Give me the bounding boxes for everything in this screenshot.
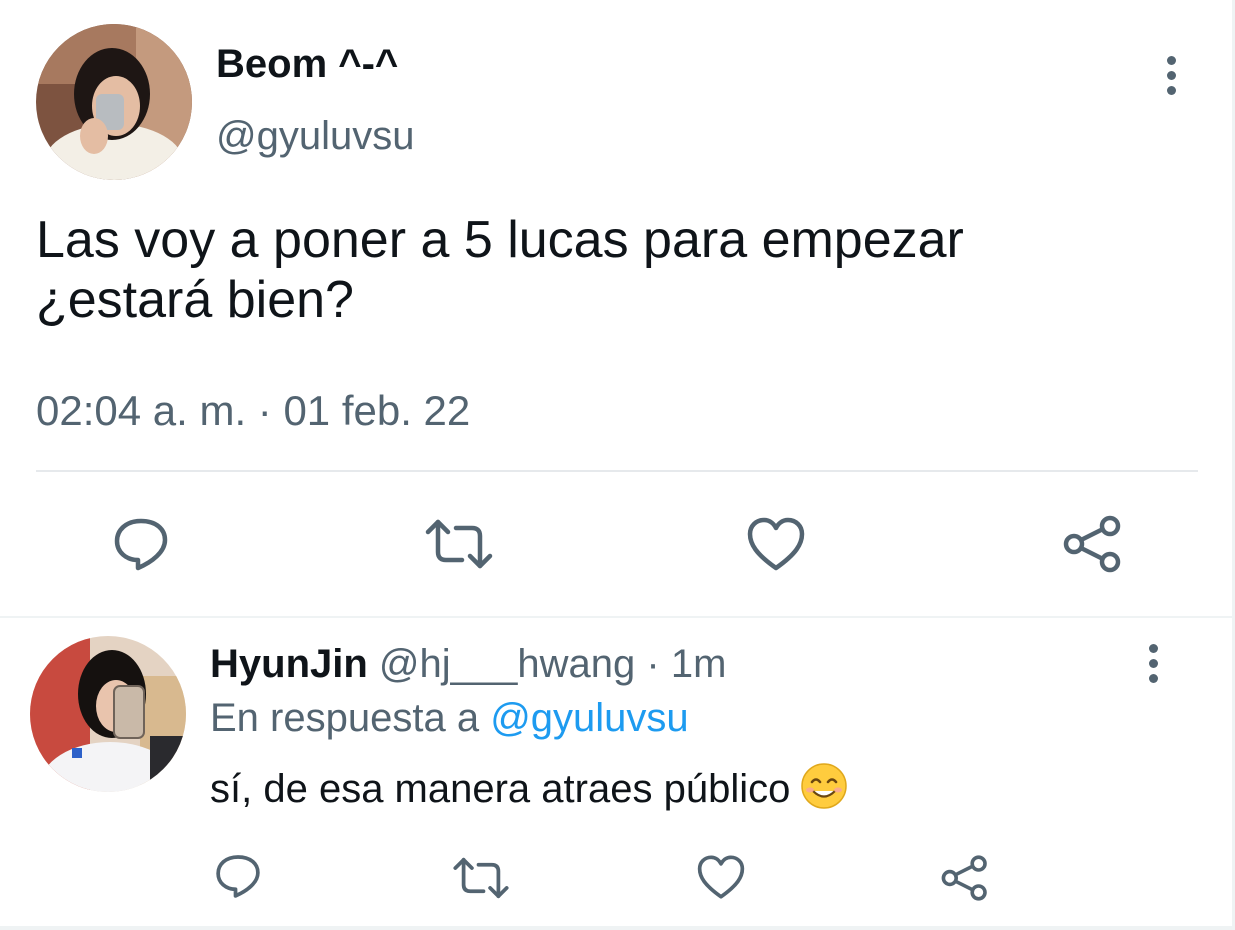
reply-icon <box>216 855 260 898</box>
main-tweet-text-line1: Las voy a poner a 5 lucas para empezar <box>36 211 964 269</box>
reply-button[interactable] <box>214 852 262 900</box>
share-icon <box>941 855 987 901</box>
reply-to-link[interactable]: @gyuluvsu <box>490 696 688 740</box>
reply-tweet-text: sí, de esa manera atraes público <box>210 762 848 815</box>
like-icon <box>697 855 745 899</box>
main-tweet-display-name[interactable]: Beom ^-^ <box>216 40 398 88</box>
smiling-face-emoji-icon <box>800 762 848 810</box>
reply-tweet-avatar[interactable] <box>30 636 186 792</box>
reply-tweet-handle-time[interactable]: @hj___hwang · 1m <box>379 642 726 686</box>
like-button[interactable] <box>746 516 806 572</box>
bottom-border <box>0 926 1235 930</box>
like-button[interactable] <box>696 854 746 900</box>
share-button[interactable] <box>1062 514 1124 574</box>
share-button[interactable] <box>940 854 990 902</box>
reply-context: En respuesta a @gyuluvsu <box>210 694 689 742</box>
tweet-divider <box>36 470 1198 472</box>
reply-tweet-display-name[interactable]: HyunJin <box>210 642 368 686</box>
more-options-icon[interactable] <box>1165 56 1177 101</box>
reply-prefix: En respuesta a <box>210 696 480 740</box>
retweet-button[interactable] <box>424 518 494 570</box>
main-tweet-avatar[interactable] <box>36 24 192 180</box>
more-options-icon[interactable] <box>1147 644 1159 689</box>
reply-tweet-header: HyunJin @hj___hwang · 1m <box>210 640 726 688</box>
share-icon <box>1063 515 1121 573</box>
reply-tweet-text-content: sí, de esa manera atraes público <box>210 767 791 811</box>
reply-icon <box>114 518 168 571</box>
reply-button[interactable] <box>112 516 170 572</box>
main-tweet-timestamp: 02:04 a. m. · 01 feb. 22 <box>36 387 471 434</box>
like-icon <box>747 517 805 571</box>
main-tweet-text-line2: ¿estará bien? <box>36 271 354 329</box>
main-tweet-handle[interactable]: @gyuluvsu <box>216 112 414 160</box>
retweet-icon <box>453 857 509 899</box>
retweet-icon <box>425 519 493 569</box>
retweet-button[interactable] <box>452 856 510 900</box>
main-tweet-text: Las voy a poner a 5 lucas para empezar ¿… <box>36 210 1196 330</box>
section-divider <box>0 616 1235 618</box>
